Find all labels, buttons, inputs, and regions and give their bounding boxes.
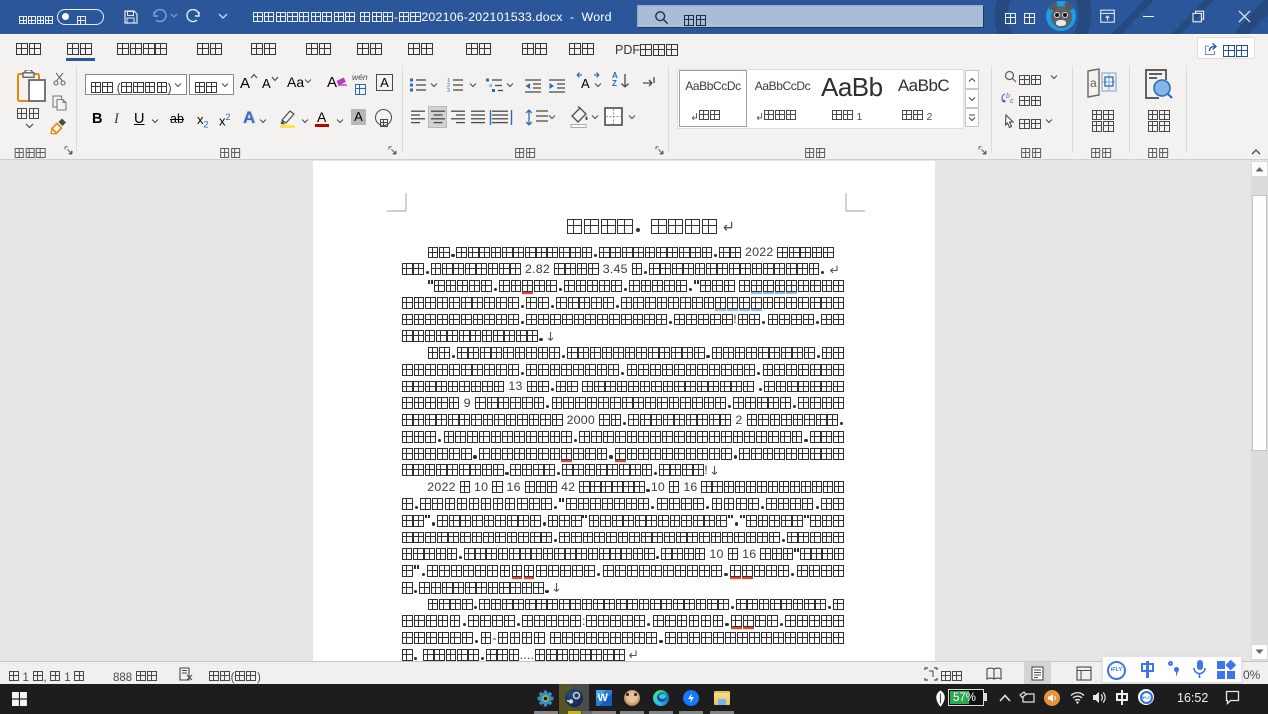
svg-text:3: 3 <box>447 88 450 93</box>
svg-text:c: c <box>1010 98 1014 105</box>
svg-text:a: a <box>1090 76 1097 90</box>
svg-text:a: a <box>489 83 493 89</box>
